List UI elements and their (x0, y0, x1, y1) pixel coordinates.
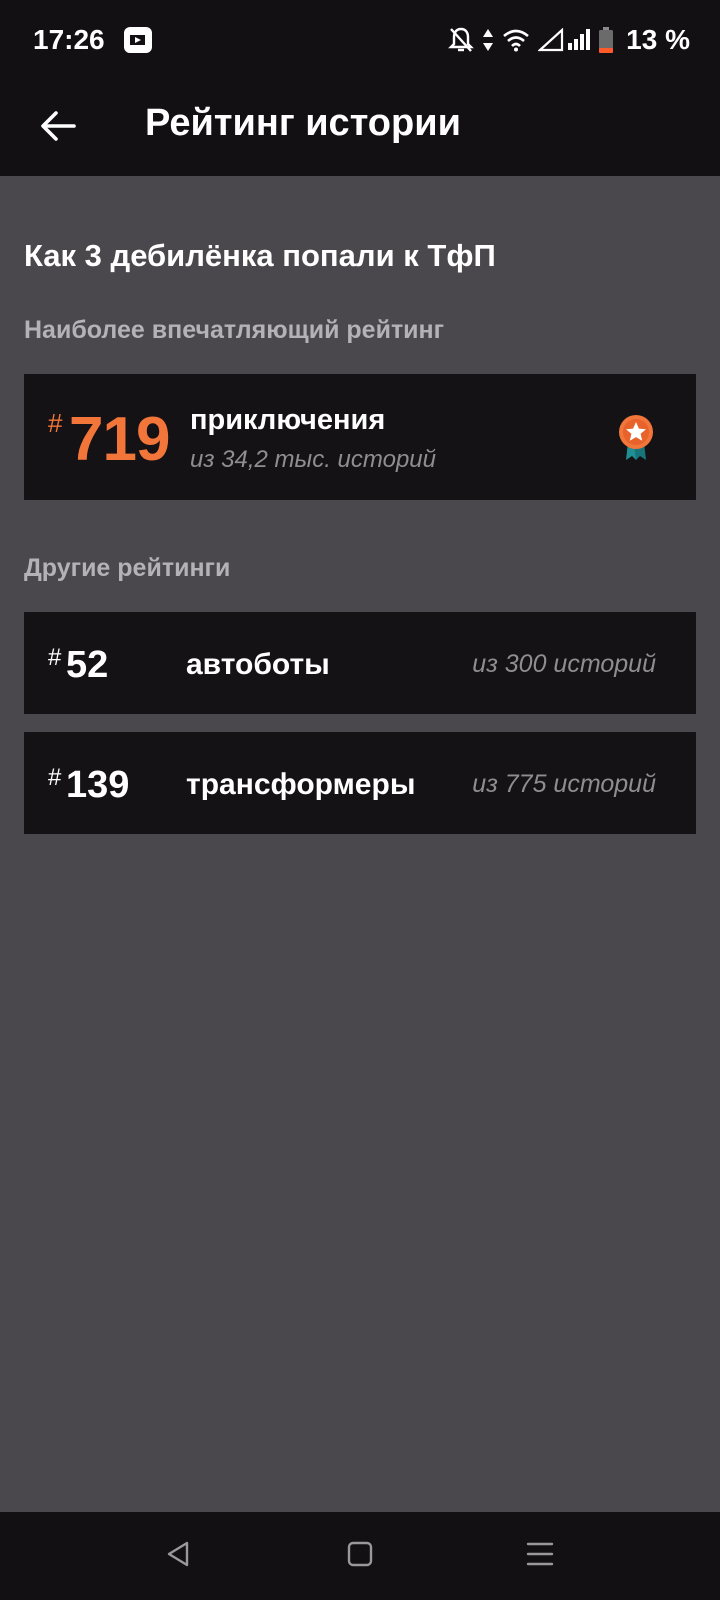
rating-row[interactable]: # 52 автоботы из 300 историй (24, 612, 696, 714)
recents-menu-icon (526, 1541, 554, 1572)
notifications-off-icon (448, 26, 475, 54)
home-square-icon (347, 1541, 373, 1572)
rank-number: 719 (69, 405, 170, 474)
rating-count: из 775 историй (472, 770, 656, 798)
status-time: 17:26 (33, 24, 105, 55)
rank-hash: # (48, 644, 62, 671)
rating-row[interactable]: # 139 трансформеры из 775 историй (24, 732, 696, 834)
rank-hash: # (48, 764, 62, 791)
rating-count: из 34,2 тыс. историй (190, 446, 436, 473)
data-transfer-icon (482, 27, 494, 53)
rating-count: из 300 историй (472, 650, 656, 678)
rank-number: 139 (66, 764, 130, 806)
page-title: Рейтинг истории (145, 102, 461, 144)
app-bar: Рейтинг истории (0, 82, 720, 176)
back-triangle-icon (165, 1540, 191, 1573)
system-nav-bar (0, 1512, 720, 1600)
top-rating-label: Наиболее впечатляющий рейтинг (24, 316, 445, 344)
rating-tag: трансформеры (186, 768, 416, 801)
nav-home-button[interactable] (338, 1534, 382, 1578)
rating-tag: автоботы (186, 648, 330, 681)
arrow-back-icon (40, 110, 76, 147)
signal-icon (538, 28, 591, 52)
nav-recents-button[interactable] (518, 1534, 562, 1578)
video-play-icon (123, 26, 153, 54)
battery-percent: 13 % (626, 24, 690, 55)
rating-tag: приключения (190, 404, 386, 436)
battery-icon (598, 26, 614, 54)
nav-back-button[interactable] (156, 1534, 200, 1578)
other-ratings-label: Другие рейтинги (24, 554, 231, 582)
award-ribbon-icon (616, 414, 656, 462)
status-bar: 17:26 13 % (0, 0, 720, 82)
status-icons: 13 % (448, 22, 690, 58)
story-title: Как 3 дебилёнка попали к ТфП (24, 238, 496, 273)
top-rating-card[interactable]: # 719 приключения из 34,2 тыс. историй (24, 374, 696, 500)
rank-number: 52 (66, 644, 109, 686)
wifi-icon (502, 28, 530, 52)
rank-hash: # (48, 408, 63, 438)
back-button[interactable] (30, 100, 86, 156)
